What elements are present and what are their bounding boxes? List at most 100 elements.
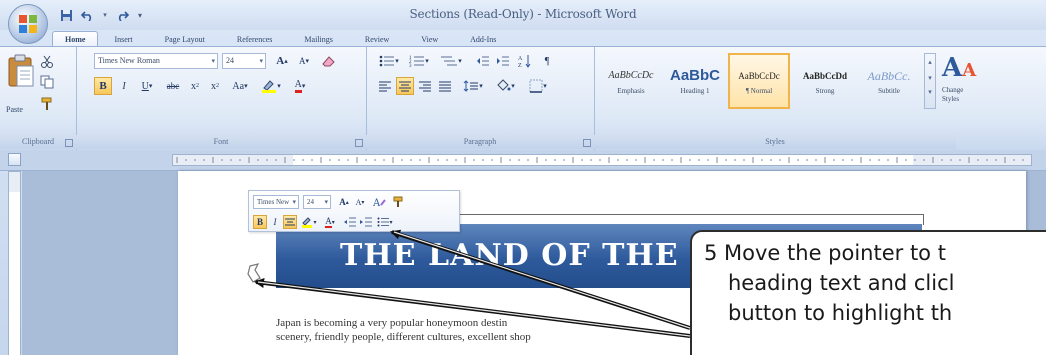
horizontal-ruler[interactable]: [172, 154, 1032, 166]
borders-button[interactable]: ▾: [524, 77, 552, 95]
increase-indent-button[interactable]: [494, 52, 512, 70]
font-dialog-launcher[interactable]: [355, 139, 363, 147]
grow-font-button[interactable]: A ▴: [272, 52, 292, 70]
font-color-button[interactable]: A ▾: [288, 77, 312, 95]
align-center-icon: [285, 218, 295, 225]
align-right-icon: [419, 81, 431, 92]
tab-page-layout[interactable]: Page Layout: [149, 32, 221, 47]
office-logo-icon: [19, 15, 37, 33]
mouse-pointer-icon: [247, 263, 261, 283]
chevron-down-icon[interactable]: ▾: [925, 74, 935, 82]
tab-review[interactable]: Review: [349, 32, 405, 47]
window-title: Sections (Read-Only) - Microsoft Word: [409, 7, 637, 21]
svg-text:3: 3: [409, 64, 412, 68]
svg-text:Z: Z: [518, 63, 522, 68]
mini-font-color-button[interactable]: A ▾: [321, 215, 339, 229]
style-normal[interactable]: AaBbCcDc ¶ Normal: [728, 53, 790, 109]
align-left-button[interactable]: [376, 77, 394, 95]
style-subtitle[interactable]: AaBbCc. Subtitle: [858, 53, 920, 109]
mini-italic-button[interactable]: I: [269, 215, 281, 229]
line-spacing-button[interactable]: ▾: [460, 77, 486, 95]
font-size-combo[interactable]: 24 ▾: [222, 53, 266, 69]
instruction-line: 5 Move the pointer to t: [704, 241, 946, 265]
align-center-button[interactable]: [396, 77, 414, 95]
subscript-button[interactable]: x2: [186, 77, 204, 95]
justify-icon: [439, 81, 451, 92]
italic-button[interactable]: I: [116, 77, 132, 95]
view-ruler-toggle[interactable]: [8, 153, 21, 166]
document-body[interactable]: Japan is becoming a very popular honeymo…: [276, 316, 716, 344]
tab-add-ins[interactable]: Add-Ins: [454, 32, 512, 47]
justify-button[interactable]: [436, 77, 454, 95]
clipboard-dialog-launcher[interactable]: [65, 139, 73, 147]
more-styles-icon[interactable]: ▾: [925, 88, 935, 96]
copy-icon[interactable]: [40, 75, 54, 89]
bullets-button[interactable]: ▾: [376, 52, 402, 70]
style-strong[interactable]: AaBbCcDd Strong: [794, 53, 856, 109]
tab-mailings[interactable]: Mailings: [288, 32, 348, 47]
align-right-button[interactable]: [416, 77, 434, 95]
tab-insert[interactable]: Insert: [98, 32, 148, 47]
bold-button[interactable]: B: [94, 77, 112, 95]
show-hide-marks-button[interactable]: ¶: [538, 52, 556, 70]
font-name-combo[interactable]: Times New Roman ▾: [94, 53, 218, 69]
tab-references[interactable]: References: [221, 32, 289, 47]
instruction-line: heading text and clicl: [728, 271, 955, 295]
highlight-color-button[interactable]: ▾: [258, 77, 284, 95]
sort-button[interactable]: AZ: [516, 52, 534, 70]
borders-icon: [529, 79, 543, 93]
cut-icon[interactable]: [40, 55, 54, 69]
style-heading-1[interactable]: AaBbC Heading 1: [664, 53, 726, 109]
clear-formatting-button[interactable]: [318, 52, 340, 70]
shrink-font-button[interactable]: A ▾: [294, 52, 314, 70]
mini-bold-button[interactable]: B: [253, 215, 267, 229]
paragraph-group: ▾ 1 2 3 ▾ ▾ AZ ¶ ▾ ▾ ▾ Paragraph: [366, 47, 595, 151]
mini-decrease-indent-button[interactable]: [343, 215, 357, 229]
mini-center-button[interactable]: [283, 215, 297, 229]
vertical-ruler[interactable]: [8, 171, 21, 355]
tab-view[interactable]: View: [405, 32, 454, 47]
paragraph-group-label: Paragraph: [366, 135, 594, 149]
mini-grow-font-button[interactable]: A ▴: [337, 195, 351, 209]
mini-font-size-combo[interactable]: 24 ▾: [303, 195, 331, 209]
strikethrough-button[interactable]: abc: [162, 77, 184, 95]
ribbon-tabs: Home Insert Page Layout References Maili…: [52, 27, 512, 47]
change-styles-icon: AA: [942, 53, 977, 83]
office-button[interactable]: [8, 4, 48, 44]
styles-gallery-scroll[interactable]: ▴ ▾ ▾: [924, 53, 936, 109]
paste-button[interactable]: Paste: [6, 105, 23, 114]
superscript-button[interactable]: x2: [206, 77, 224, 95]
mini-format-painter-button[interactable]: [391, 195, 407, 209]
mini-font-name-combo[interactable]: Times New ▾: [253, 195, 299, 209]
change-case-button[interactable]: Aa ▾: [228, 77, 252, 95]
tab-home[interactable]: Home: [52, 31, 99, 47]
paragraph-dialog-launcher[interactable]: [583, 139, 591, 147]
sort-icon: AZ: [518, 55, 531, 68]
align-left-icon: [379, 81, 391, 92]
highlighter-icon: [262, 80, 277, 93]
paste-icon[interactable]: [6, 53, 36, 89]
title-bar: ▾ ▾ Sections (Read-Only) - Microsoft Wor…: [0, 0, 1046, 30]
change-styles-button[interactable]: AA Change Styles: [942, 53, 1002, 113]
underline-button[interactable]: U ▾: [136, 77, 158, 95]
bullet-list-icon: [379, 55, 395, 67]
eraser-icon: [322, 56, 335, 67]
decrease-indent-icon: [477, 56, 489, 66]
instruction-line: button to highlight th: [728, 301, 953, 325]
mini-styles-button[interactable]: A: [371, 195, 389, 209]
mini-bullets-button[interactable]: ▾: [375, 215, 395, 229]
shading-button[interactable]: ▾: [490, 77, 520, 95]
mini-shrink-font-button[interactable]: A ▾: [353, 195, 367, 209]
ribbon: Paste Clipboard Times New Roman ▾ 24 ▾ A ▴ …: [0, 46, 1046, 152]
multilevel-list-button[interactable]: ▾: [436, 52, 466, 70]
chevron-up-icon[interactable]: ▴: [925, 58, 935, 66]
mini-highlight-button[interactable]: ▾: [299, 215, 319, 229]
format-painter-icon[interactable]: [40, 97, 54, 111]
decrease-indent-button[interactable]: [474, 52, 492, 70]
document-heading[interactable]: THE LAND OF THE R: [340, 238, 716, 273]
numbering-button[interactable]: 1 2 3 ▾: [406, 52, 432, 70]
style-emphasis[interactable]: AaBbCcDc Emphasis: [600, 53, 662, 109]
svg-text:A: A: [518, 56, 523, 62]
mini-increase-indent-button[interactable]: [359, 215, 373, 229]
body-line: Japan is becoming a very popular honeymo…: [276, 317, 508, 329]
